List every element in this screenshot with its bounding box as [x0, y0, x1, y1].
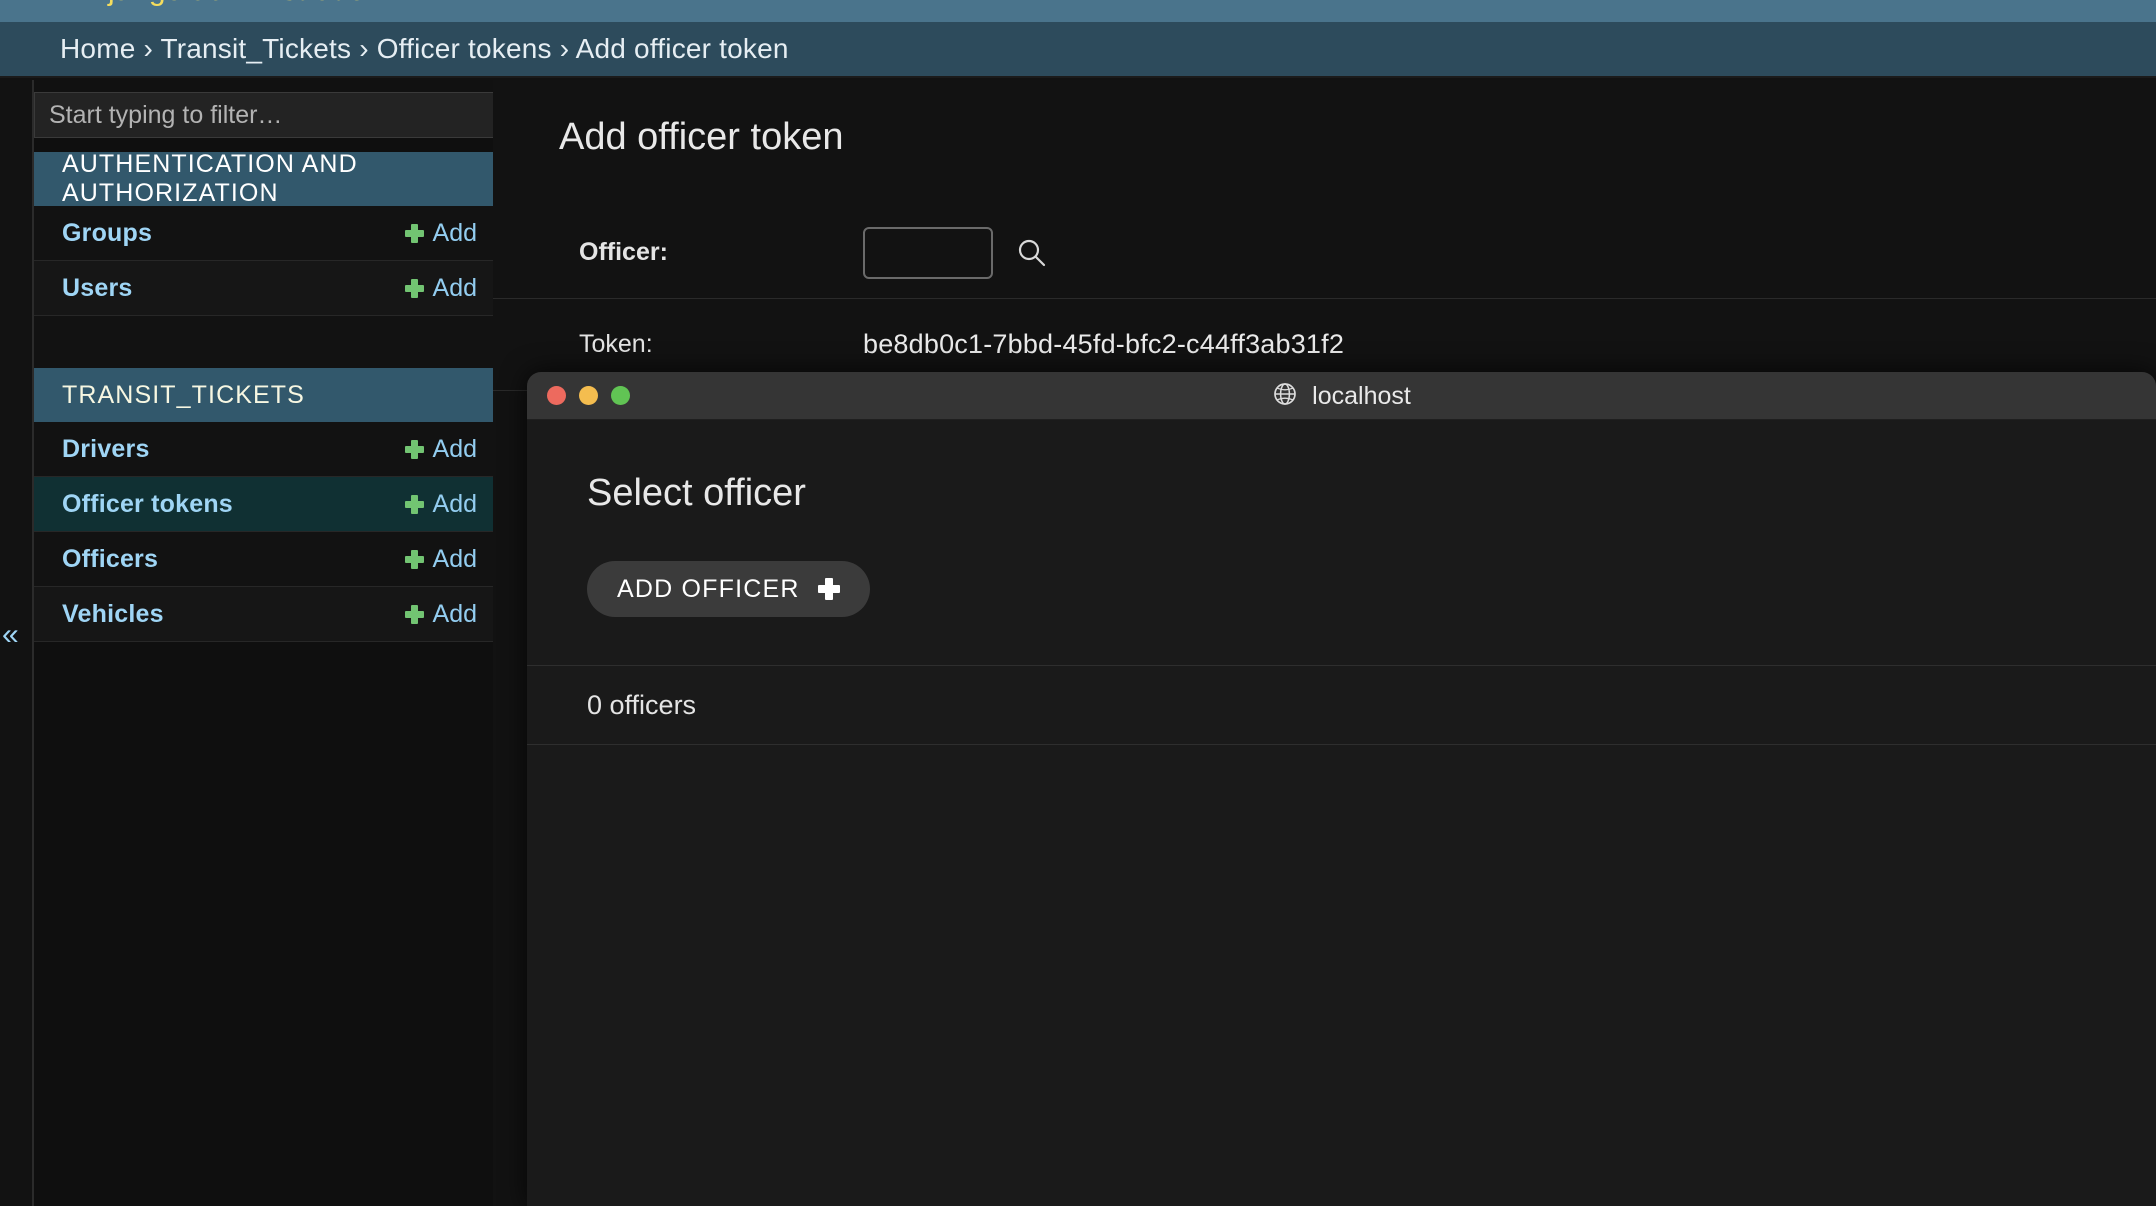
- plus-icon: [404, 549, 424, 569]
- site-brand-bar: Django administration: [0, 0, 2156, 22]
- token-field-label: Token:: [579, 330, 653, 358]
- sidebar-item-vehicles[interactable]: Vehicles Add: [34, 587, 493, 642]
- search-icon[interactable]: [1015, 236, 1049, 270]
- window-controls: [527, 386, 630, 405]
- app-block-transit-tickets: TRANSIT_TICKETS Drivers Add Officer toke…: [34, 368, 493, 642]
- plus-icon: [404, 223, 424, 243]
- breadcrumb-text[interactable]: Home › Transit_Tickets › Officer tokens …: [60, 33, 789, 65]
- sidebar-item-officer-tokens-link[interactable]: Officer tokens: [62, 490, 233, 519]
- popup-title-group: localhost: [527, 372, 2156, 420]
- site-brand-title: Django administration: [86, 0, 382, 8]
- sidebar-add-drivers[interactable]: Add: [404, 434, 477, 464]
- token-value: be8db0c1-7bbd-45fd-bfc2-c44ff3ab31f2: [863, 329, 1345, 359]
- app-header-transit-tickets[interactable]: TRANSIT_TICKETS: [34, 368, 493, 422]
- select-officer-popup-window: localhost Select officer ADD OFFICER 0 o…: [527, 372, 2156, 1206]
- sidebar-collapse-toggle[interactable]: «: [2, 620, 19, 650]
- plus-icon: [404, 439, 424, 459]
- app-header-label: TRANSIT_TICKETS: [62, 380, 305, 409]
- plus-icon: [404, 494, 424, 514]
- sidebar-add-officers[interactable]: Add: [404, 544, 477, 574]
- add-officer-button-label: ADD OFFICER: [617, 574, 800, 603]
- sidebar-add-officer-tokens-label: Add: [432, 489, 477, 518]
- page-title: Add officer token: [559, 116, 844, 158]
- plus-icon: [404, 278, 424, 298]
- sidebar-add-drivers-label: Add: [432, 434, 477, 463]
- plus-icon: [817, 578, 840, 600]
- sidebar-add-users-label: Add: [432, 273, 477, 302]
- minimize-window-button[interactable]: [579, 386, 598, 405]
- sidebar-item-drivers[interactable]: Drivers Add: [34, 422, 493, 477]
- app-header-label: AUTHENTICATION AND AUTHORIZATION: [62, 150, 358, 207]
- sidebar-add-officers-label: Add: [432, 544, 477, 573]
- sidebar-filter-wrap: [34, 80, 493, 138]
- popup-titlebar[interactable]: localhost: [527, 372, 2156, 420]
- sidebar-add-officer-tokens[interactable]: Add: [404, 489, 477, 519]
- close-window-button[interactable]: [547, 386, 566, 405]
- sidebar-add-vehicles-label: Add: [432, 599, 477, 628]
- sidebar-item-officer-tokens[interactable]: Officer tokens Add: [34, 477, 493, 532]
- globe-icon: [1272, 381, 1298, 412]
- breadcrumb: Home › Transit_Tickets › Officer tokens …: [0, 22, 2156, 78]
- sidebar-item-officers[interactable]: Officers Add: [34, 532, 493, 587]
- sidebar-item-users-link[interactable]: Users: [62, 274, 133, 303]
- officer-count-row: 0 officers: [527, 665, 2156, 745]
- sidebar-item-vehicles-link[interactable]: Vehicles: [62, 600, 164, 629]
- officer-field-label: Officer:: [579, 238, 668, 266]
- sidebar-add-vehicles[interactable]: Add: [404, 599, 477, 629]
- form-row-officer: Officer:: [493, 207, 2156, 299]
- add-officer-button[interactable]: ADD OFFICER: [587, 561, 870, 617]
- app-block-auth: AUTHENTICATION AND AUTHORIZATION Groups …: [34, 150, 493, 368]
- sidebar-filter-input[interactable]: [34, 92, 493, 138]
- popup-heading: Select officer: [587, 472, 806, 514]
- sidebar-add-users[interactable]: Add: [404, 273, 477, 303]
- app-header-auth[interactable]: AUTHENTICATION AND AUTHORIZATION: [34, 150, 493, 207]
- sidebar-item-users[interactable]: Users Add: [34, 261, 493, 316]
- maximize-window-button[interactable]: [611, 386, 630, 405]
- sidebar-item-officers-link[interactable]: Officers: [62, 545, 158, 574]
- plus-icon: [404, 604, 424, 624]
- sidebar-add-groups-label: Add: [432, 218, 477, 247]
- sidebar-item-drivers-link[interactable]: Drivers: [62, 435, 150, 464]
- popup-window-title: localhost: [1312, 381, 1411, 410]
- popup-body: Select officer ADD OFFICER 0 officers: [527, 420, 2156, 1206]
- sidebar-nav: AUTHENTICATION AND AUTHORIZATION Groups …: [32, 80, 493, 1206]
- officer-field[interactable]: [863, 226, 993, 279]
- officer-count-text: 0 officers: [587, 689, 697, 720]
- sidebar-spacer: [34, 316, 493, 368]
- sidebar-add-groups[interactable]: Add: [404, 218, 477, 248]
- sidebar-item-groups-link[interactable]: Groups: [62, 219, 152, 248]
- sidebar-item-groups[interactable]: Groups Add: [34, 206, 493, 261]
